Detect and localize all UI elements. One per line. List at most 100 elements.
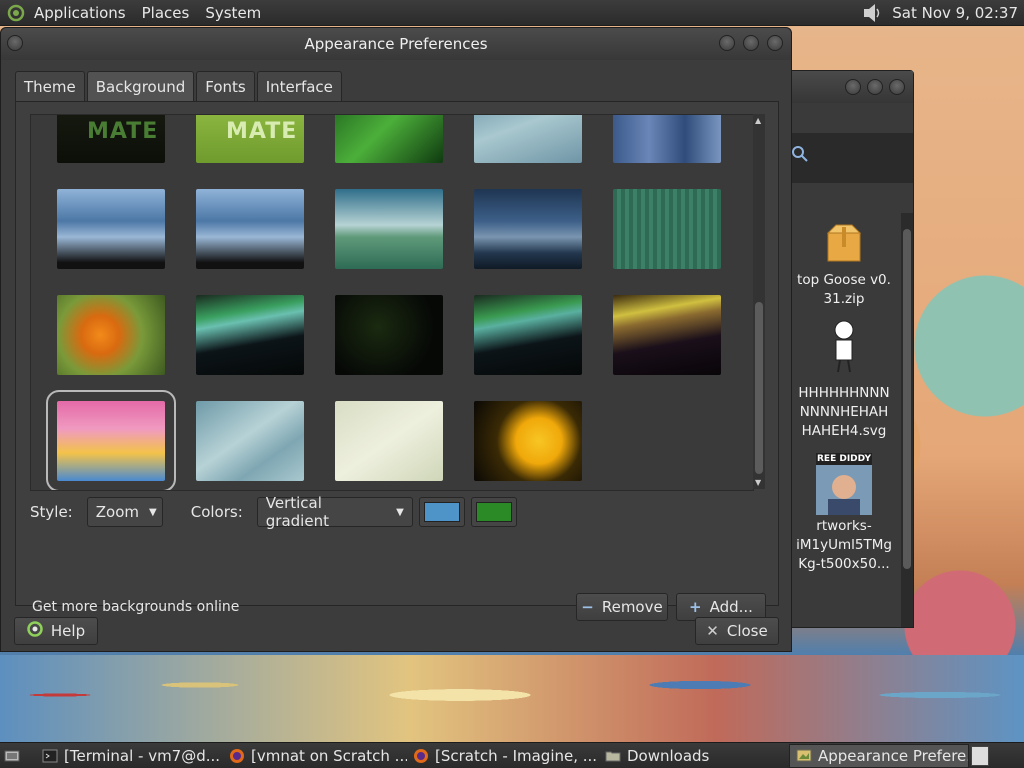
primary-color-swatch [423,502,460,522]
chevron-down-icon: ▼ [148,506,157,518]
secondary-color-button[interactable] [470,497,517,527]
bottom-panel: [Terminal - vm7@d... [vmnat on Scratch .… [0,742,1024,768]
image-thumbnail-icon: REE DIDDY [816,453,872,515]
wallpaper-thumbnail[interactable] [57,295,165,375]
taskbar-item[interactable]: [Scratch - Imagine, ... [407,744,599,768]
tab-background[interactable]: Background [86,71,195,102]
menu-system[interactable]: System [197,4,269,22]
colors-dropdown-value: Vertical gradient [265,494,329,530]
style-colors-row: Style: Zoom ▼ Colors: Vertical gradient … [30,494,517,530]
help-button[interactable]: Help [14,617,98,645]
close-window-button[interactable] [767,35,783,51]
desktop-icon [4,750,20,761]
appearance-preferences-window[interactable]: Appearance Preferences Theme Background … [0,27,792,652]
search-icon[interactable] [791,145,809,167]
get-more-backgrounds-link[interactable]: Get more backgrounds online [32,599,239,615]
file-manager-titlebar[interactable] [789,71,913,103]
wallpaper-thumbnail[interactable] [196,401,304,481]
list-item[interactable]: REE DIDDY rtworks- iM1yUml5TMg Kg-t500x5… [789,453,899,574]
file-name: HHHHHHNNN [798,385,890,401]
wallpaper-thumbnail[interactable] [474,189,582,269]
wallpaper-thumbnail-selected[interactable] [46,390,176,490]
wallpaper-grid[interactable]: MATE MATE [30,114,754,491]
maximize-button[interactable] [867,79,883,95]
wallpaper-thumbnail[interactable] [335,295,443,375]
add-button-label: Add... [709,598,753,616]
wallpaper-thumbnail[interactable] [474,401,582,481]
file-manager-toolbar [789,133,913,183]
tab-bar: Theme Background Fonts Interface [15,71,344,102]
wallpaper-thumbnail[interactable] [474,115,582,163]
help-button-label: Help [50,622,86,640]
mate-wallpaper-text: MATE [226,119,298,144]
close-button-label: Close [726,622,768,640]
minimize-button[interactable] [719,35,735,51]
taskbar-item-active[interactable]: Appearance Prefere... [789,743,969,768]
style-label: Style: [30,503,73,521]
tab-fonts[interactable]: Fonts [196,71,255,102]
scrollbar-thumb[interactable] [903,229,911,569]
wallpaper-thumbnail[interactable] [57,189,165,269]
top-panel: Applications Places System Sat Nov 9, 02… [0,0,1024,26]
tab-theme[interactable]: Theme [15,71,85,102]
wallpaper-thumbnail[interactable] [613,295,721,375]
close-button[interactable]: ✕ Close [695,617,779,645]
scroll-up-arrow-icon[interactable]: ▲ [755,116,761,125]
menu-applications[interactable]: Applications [26,4,134,22]
wallpaper-grid-scrollbar[interactable]: ▲ ▼ [753,114,765,489]
file-manager-window[interactable]: top Goose v0. 31.zip HHHHHHNNN NNNNHEHAH… [788,70,914,628]
clock[interactable]: Sat Nov 9, 02:37 [892,4,1018,22]
desktop-wallpaper-bottom [0,655,1024,742]
background-tab-panel: MATE MATE ▲ ▼ Style: Zoom ▼ Colors: Vert… [15,101,779,621]
minus-icon: − [581,598,594,616]
taskbar-item[interactable]: [Terminal - vm7@d... [36,744,223,768]
scroll-down-arrow-icon[interactable]: ▼ [755,478,761,487]
workspace-switcher[interactable] [971,745,989,766]
file-list-scrollbar[interactable] [901,213,913,627]
appearance-icon [796,749,812,761]
taskbar-item[interactable]: [vmnat on Scratch ... [223,744,407,768]
window-title: Appearance Preferences [304,35,488,53]
wallpaper-thumbnail[interactable] [196,295,304,375]
remove-button[interactable]: − Remove [576,593,668,621]
window-titlebar[interactable]: Appearance Preferences [1,28,791,60]
image-badge-text: REE DIDDY [816,453,872,465]
wallpaper-thumbnail[interactable] [613,115,721,163]
firefox-icon [230,748,244,763]
primary-color-button[interactable] [418,497,465,527]
style-dropdown[interactable]: Zoom ▼ [86,497,163,527]
show-desktop-button[interactable] [0,744,36,768]
menu-places[interactable]: Places [134,4,198,22]
close-icon: ✕ [706,622,719,640]
window-menu-button[interactable] [7,35,23,51]
chevron-down-icon: ▼ [396,506,404,518]
firefox-icon [414,748,428,763]
wallpaper-thumbnail[interactable]: MATE [196,115,304,163]
scrollbar-thumb[interactable] [755,302,763,474]
wallpaper-thumbnail[interactable] [196,189,304,269]
secondary-color-swatch [475,502,512,522]
close-window-button[interactable] [889,79,905,95]
wallpaper-thumbnail[interactable] [335,115,443,163]
taskbar-item-label: [Terminal - vm7@d... [64,746,221,765]
minimize-button[interactable] [845,79,861,95]
svg-image-icon [789,318,899,382]
list-item[interactable]: HHHHHHNNN NNNNHEHAH HAHEH4.svg [789,318,899,441]
wallpaper-thumbnail[interactable] [335,401,443,481]
file-name: Kg-t500x50... [798,556,890,572]
wallpaper-thumbnail[interactable]: MATE [57,115,165,163]
taskbar-item[interactable]: Downloads [599,744,789,768]
remove-button-label: Remove [601,598,663,616]
tab-interface[interactable]: Interface [256,71,342,102]
colors-dropdown[interactable]: Vertical gradient ▼ [256,494,413,530]
list-item[interactable]: top Goose v0. 31.zip [789,223,899,309]
volume-icon[interactable] [860,3,882,23]
mate-wallpaper-text: MATE [87,119,159,144]
help-icon [27,621,43,641]
wallpaper-thumbnail[interactable] [335,189,443,269]
wallpaper-thumbnail[interactable] [474,295,582,375]
wallpaper-thumbnail[interactable] [613,189,721,269]
maximize-button[interactable] [743,35,759,51]
file-list[interactable]: top Goose v0. 31.zip HHHHHHNNN NNNNHEHAH… [789,213,899,627]
mate-logo-icon[interactable] [6,3,26,23]
